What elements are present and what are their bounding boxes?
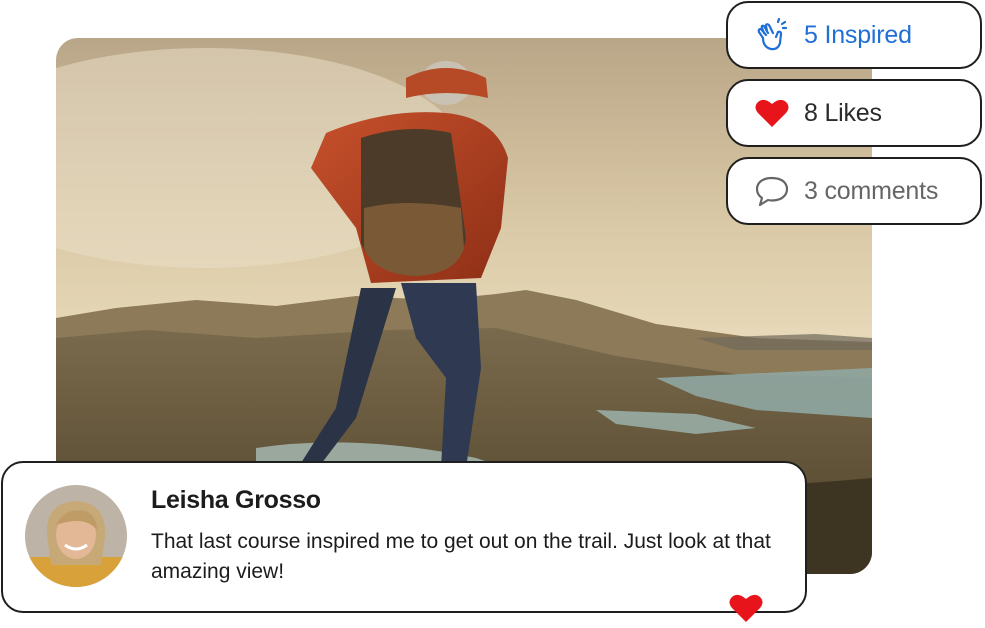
- clapping-hands-icon: [754, 17, 790, 53]
- speech-bubble-icon: [754, 173, 790, 209]
- likes-button[interactable]: 8 Likes: [726, 79, 982, 147]
- inspired-button[interactable]: 5 Inspired: [726, 1, 982, 69]
- heart-icon: [754, 95, 790, 131]
- comment-author[interactable]: Leisha Grosso: [151, 486, 321, 515]
- like-comment-heart-icon[interactable]: [729, 593, 763, 625]
- avatar[interactable]: [25, 485, 127, 587]
- likes-count-label: 8 Likes: [804, 98, 882, 127]
- comments-button[interactable]: 3 comments: [726, 157, 982, 225]
- comment-text: That last course inspired me to get out …: [151, 530, 771, 583]
- comment-card: Leisha Grosso That last course inspired …: [1, 461, 807, 622]
- comments-count-label: 3 comments: [804, 176, 939, 205]
- inspired-count-label: 5 Inspired: [804, 20, 912, 49]
